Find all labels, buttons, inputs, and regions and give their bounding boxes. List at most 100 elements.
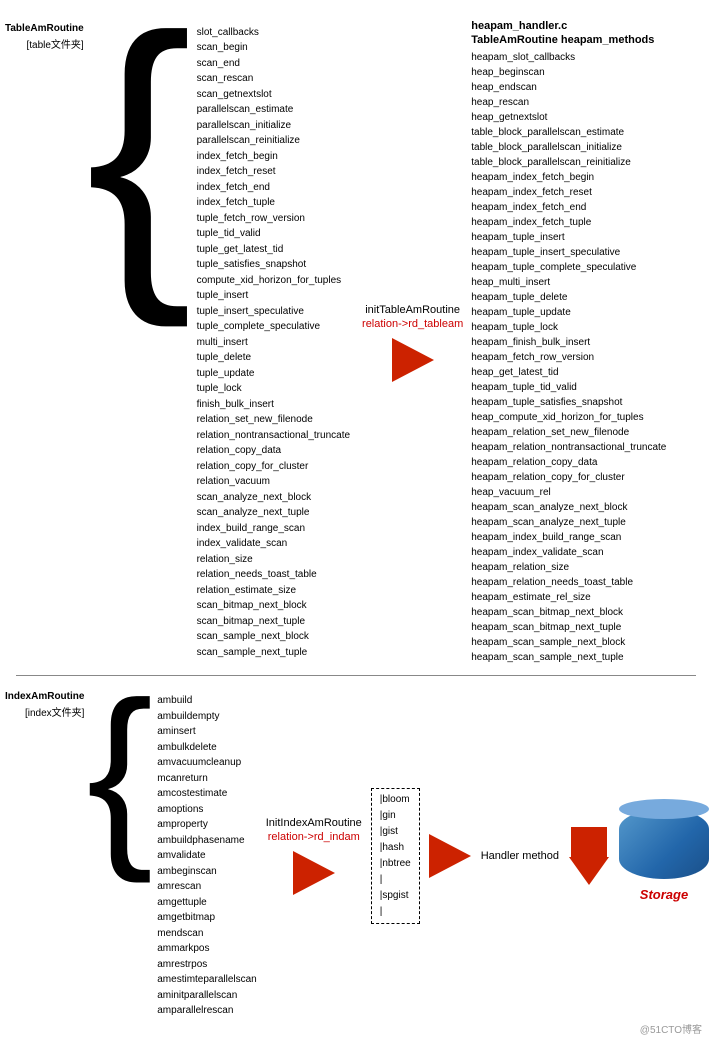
list-item: heapam_index_build_range_scan xyxy=(471,530,666,545)
bloom-item: |gist xyxy=(380,824,411,840)
list-item: scan_rescan xyxy=(197,71,350,87)
list-item: amcostestimate xyxy=(157,786,257,802)
list-item: heapam_relation_copy_data xyxy=(471,455,666,470)
list-item: tuple_lock xyxy=(197,381,350,397)
bottom-arrow-right1 xyxy=(293,851,335,895)
down-arrow-head xyxy=(569,857,609,885)
list-item: tuple_insert_speculative xyxy=(197,304,350,320)
bloom-item: |nbtree | xyxy=(380,856,411,888)
list-item: tuple_delete xyxy=(197,350,350,366)
list-item: heapam_tuple_update xyxy=(471,305,666,320)
bloom-item: |gin xyxy=(380,808,411,824)
list-item: heapam_tuple_delete xyxy=(471,290,666,305)
list-item: amproperty xyxy=(157,817,257,833)
list-item: heap_compute_xid_horizon_for_tuples xyxy=(471,410,666,425)
list-item: amgetbitmap xyxy=(157,910,257,926)
list-item: amrescan xyxy=(157,879,257,895)
top-arrow-right xyxy=(392,338,434,382)
table-rd-label: relation->rd_tableam xyxy=(362,318,463,330)
bloom-item: |hash xyxy=(380,840,411,856)
list-item: parallelscan_estimate xyxy=(197,102,350,118)
watermark: @51CTO博客 xyxy=(640,1021,702,1036)
heapam-file-label: heapam_handler.c xyxy=(471,20,567,32)
list-item: relation_copy_for_cluster xyxy=(197,459,350,475)
list-item: finish_bulk_insert xyxy=(197,397,350,413)
list-item: heap_rescan xyxy=(471,95,666,110)
list-item: heapam_index_validate_scan xyxy=(471,545,666,560)
list-item: heap_endscan xyxy=(471,80,666,95)
list-item: heapam_fetch_row_version xyxy=(471,350,666,365)
list-item: tuple_get_latest_tid xyxy=(197,242,350,258)
list-item: aminsert xyxy=(157,724,257,740)
table-am-list: slot_callbacksscan_beginscan_endscan_res… xyxy=(193,23,354,663)
heapam-block: heapam_handler.c TableAmRoutine heapam_m… xyxy=(471,20,666,665)
list-item: heapam_finish_bulk_insert xyxy=(471,335,666,350)
list-item: tuple_insert xyxy=(197,288,350,304)
list-item: heapam_relation_nontransactional_truncat… xyxy=(471,440,666,455)
list-item: parallelscan_initialize xyxy=(197,118,350,134)
list-item: ambuild xyxy=(157,693,257,709)
list-item: amoptions xyxy=(157,802,257,818)
init-index-label: InitIndexAmRoutine xyxy=(266,817,362,829)
list-item: heapam_index_fetch_begin xyxy=(471,170,666,185)
list-item: parallelscan_reinitialize xyxy=(197,133,350,149)
list-item: heapam_tuple_satisfies_snapshot xyxy=(471,395,666,410)
list-item: heapam_scan_analyze_next_block xyxy=(471,500,666,515)
list-item: amestimteparallelscan xyxy=(157,972,257,988)
list-item: index_build_range_scan xyxy=(197,521,350,537)
index-rd-label: relation->rd_indam xyxy=(268,831,360,843)
list-item: scan_sample_next_block xyxy=(197,629,350,645)
list-item: ambuildempty xyxy=(157,709,257,725)
bottom-arrow-right2 xyxy=(429,834,471,878)
left-brace: { xyxy=(86,13,193,285)
list-item: ambeginscan xyxy=(157,864,257,880)
table-am-label: TableAmRoutine xyxy=(5,23,84,34)
storage-label: Storage xyxy=(640,887,688,902)
list-item: tuple_complete_speculative xyxy=(197,319,350,335)
list-item: heapam_scan_sample_next_block xyxy=(471,635,666,650)
list-item: heapam_tuple_tid_valid xyxy=(471,380,666,395)
list-item: heapam_slot_callbacks xyxy=(471,50,666,65)
down-arrow-block xyxy=(569,827,609,885)
list-item: heapam_tuple_insert xyxy=(471,230,666,245)
storage-block: Storage xyxy=(619,809,709,902)
list-item: index_fetch_begin xyxy=(197,149,350,165)
list-item: amgettuple xyxy=(157,895,257,911)
list-item: relation_estimate_size xyxy=(197,583,350,599)
list-item: table_block_parallelscan_reinitialize xyxy=(471,155,666,170)
list-item: index_fetch_end xyxy=(197,180,350,196)
list-item: scan_getnextslot xyxy=(197,87,350,103)
list-item: heapam_scan_bitmap_next_block xyxy=(471,605,666,620)
list-item: heapam_tuple_complete_speculative xyxy=(471,260,666,275)
list-item: scan_end xyxy=(197,56,350,72)
list-item: relation_size xyxy=(197,552,350,568)
list-item: heap_get_latest_tid xyxy=(471,365,666,380)
index-am-list: ambuildambuildemptyaminsertambulkdeletea… xyxy=(153,691,261,1021)
list-item: tuple_satisfies_snapshot xyxy=(197,257,350,273)
index-am-routine-block: IndexAmRoutine [index文件夹] { ambuildambui… xyxy=(5,691,261,1021)
bottom-middle: InitIndexAmRoutine relation->rd_indam xyxy=(266,817,362,895)
list-item: ammarkpos xyxy=(157,941,257,957)
list-item: amrestrpos xyxy=(157,957,257,973)
list-item: heapam_relation_needs_toast_table xyxy=(471,575,666,590)
table-brace-label: TableAmRoutine [table文件夹] xyxy=(5,23,84,51)
list-item: scan_bitmap_next_block xyxy=(197,598,350,614)
table-am-sublabel: [table文件夹] xyxy=(26,36,83,51)
down-arrow-shaft xyxy=(571,827,607,857)
index-am-label: IndexAmRoutine xyxy=(5,691,84,702)
list-item: scan_sample_next_tuple xyxy=(197,645,350,661)
list-item: tuple_fetch_row_version xyxy=(197,211,350,227)
list-item: heap_beginscan xyxy=(471,65,666,80)
index-brace-label: IndexAmRoutine [index文件夹] xyxy=(5,691,84,719)
list-item: mendscan xyxy=(157,926,257,942)
list-item: heapam_scan_sample_next_tuple xyxy=(471,650,666,665)
list-item: heap_getnextslot xyxy=(471,110,666,125)
handler-block: Handler method xyxy=(481,850,559,862)
list-item: relation_nontransactional_truncate xyxy=(197,428,350,444)
index-am-sublabel: [index文件夹] xyxy=(25,704,84,719)
list-item: amparallelrescan xyxy=(157,1003,257,1019)
list-item: tuple_tid_valid xyxy=(197,226,350,242)
table-am-routine-block: TableAmRoutine [table文件夹] { slot_callbac… xyxy=(5,23,354,663)
list-item: multi_insert xyxy=(197,335,350,351)
list-item: heapam_relation_set_new_filenode xyxy=(471,425,666,440)
